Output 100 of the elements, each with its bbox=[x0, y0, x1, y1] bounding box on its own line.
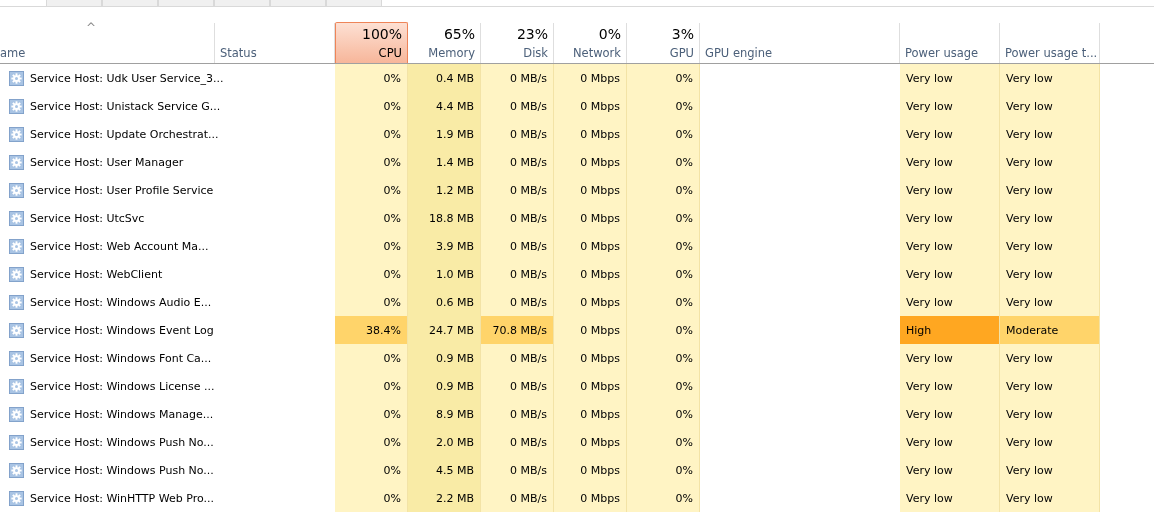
table-cell: 0% bbox=[335, 148, 408, 176]
gear-icon bbox=[9, 294, 24, 310]
table-cell: 0 MB/s bbox=[481, 344, 554, 372]
table-cell: 0 MB/s bbox=[481, 64, 554, 92]
table-cell: 0.6 MB bbox=[408, 288, 481, 316]
table-cell: 0 MB/s bbox=[481, 120, 554, 148]
table-cell: 0% bbox=[335, 260, 408, 288]
table-cell: 0 Mbps bbox=[554, 372, 627, 400]
table-cell: 1.9 MB bbox=[408, 120, 481, 148]
table-cell: 0 Mbps bbox=[554, 232, 627, 260]
process-name: Service Host: Windows Audio E... bbox=[30, 295, 212, 309]
table-cell: 0 Mbps bbox=[554, 344, 627, 372]
table-cell: 0% bbox=[627, 288, 700, 316]
gear-icon bbox=[9, 238, 24, 254]
table-cell: Very low bbox=[900, 484, 1000, 512]
gear-icon bbox=[9, 406, 24, 422]
table-cell: 70.8 MB/s bbox=[481, 316, 554, 344]
column-header[interactable]: Power usage bbox=[900, 23, 1000, 63]
table-cell: 0 Mbps bbox=[554, 92, 627, 120]
table-cell: Very low bbox=[900, 400, 1000, 428]
table-cell: 0 MB/s bbox=[481, 372, 554, 400]
table-cell: 0% bbox=[335, 484, 408, 512]
table-cell: 0 MB/s bbox=[481, 400, 554, 428]
table-cell: 2.2 MB bbox=[408, 484, 481, 512]
table-cell: 0% bbox=[335, 232, 408, 260]
gear-icon bbox=[9, 210, 24, 226]
table-cell: 0% bbox=[335, 92, 408, 120]
table-cell: 0% bbox=[627, 316, 700, 344]
table-cell: 0% bbox=[627, 484, 700, 512]
table-cell: 0% bbox=[335, 456, 408, 484]
table-cell: Very low bbox=[900, 92, 1000, 120]
table-cell: Very low bbox=[1000, 288, 1100, 316]
table-cell: 0% bbox=[627, 176, 700, 204]
column-header[interactable]: Power usage t... bbox=[1000, 23, 1100, 63]
table-cell: 4.5 MB bbox=[408, 456, 481, 484]
table-cell: 1.4 MB bbox=[408, 148, 481, 176]
process-name: Service Host: Web Account Ma... bbox=[30, 239, 209, 253]
table-cell: 38.4% bbox=[335, 316, 408, 344]
table-cell: 0 Mbps bbox=[554, 64, 627, 92]
table-cell: 0 Mbps bbox=[554, 400, 627, 428]
table-cell: 0% bbox=[627, 428, 700, 456]
table-cell: 0% bbox=[627, 456, 700, 484]
table-cell: 0 MB/s bbox=[481, 148, 554, 176]
column-header[interactable]: 3% GPU bbox=[627, 23, 700, 63]
table-cell: High bbox=[900, 316, 1000, 344]
column-header[interactable]: 23% Disk bbox=[481, 23, 554, 63]
table-cell: Very low bbox=[900, 148, 1000, 176]
table-cell: Very low bbox=[900, 64, 1000, 92]
table-cell: Very low bbox=[900, 232, 1000, 260]
table-cell: 0.9 MB bbox=[408, 372, 481, 400]
table-cell: Very low bbox=[1000, 64, 1100, 92]
table-cell: 0 Mbps bbox=[554, 428, 627, 456]
header-label: GPU engine bbox=[705, 46, 774, 60]
table-cell: Very low bbox=[900, 372, 1000, 400]
gear-icon bbox=[9, 126, 24, 142]
table-cell: Very low bbox=[900, 260, 1000, 288]
column-header[interactable]: ^ ame bbox=[0, 23, 215, 63]
table-cell: 0% bbox=[627, 120, 700, 148]
header-label: Status bbox=[220, 46, 258, 60]
gear-icon bbox=[9, 490, 24, 506]
table-cell: 0% bbox=[627, 92, 700, 120]
gear-icon bbox=[9, 70, 24, 86]
table-cell: 0% bbox=[627, 400, 700, 428]
table-cell: Very low bbox=[1000, 92, 1100, 120]
table-cell: 1.0 MB bbox=[408, 260, 481, 288]
table-cell: 0% bbox=[627, 372, 700, 400]
header-label: Disk bbox=[523, 46, 548, 60]
header-label: Network bbox=[572, 46, 621, 60]
table-cell: 0 Mbps bbox=[554, 260, 627, 288]
table-cell: 0 MB/s bbox=[481, 232, 554, 260]
header-label: ame bbox=[0, 46, 27, 60]
gear-icon bbox=[9, 182, 24, 198]
gear-icon bbox=[9, 434, 24, 450]
process-name: Service Host: Windows Manage... bbox=[30, 407, 214, 421]
process-name: Service Host: Windows Push No... bbox=[30, 435, 214, 449]
table-cell: 0 Mbps bbox=[554, 204, 627, 232]
table-cell: 0 MB/s bbox=[481, 204, 554, 232]
table-cell: 0% bbox=[627, 344, 700, 372]
gear-icon bbox=[9, 462, 24, 478]
table-cell: 0% bbox=[627, 64, 700, 92]
table-cell: 0 Mbps bbox=[554, 456, 627, 484]
column-header[interactable]: 65% Memory bbox=[408, 23, 481, 63]
table-cell: 0 Mbps bbox=[554, 484, 627, 512]
table-cell: 0.4 MB bbox=[408, 64, 481, 92]
table-cell: 24.7 MB bbox=[408, 316, 481, 344]
table-cell: Very low bbox=[1000, 344, 1100, 372]
table-cell: 0% bbox=[335, 428, 408, 456]
column-header[interactable]: 100% CPU bbox=[335, 22, 408, 63]
table-cell: Very low bbox=[1000, 372, 1100, 400]
table-cell: 0 Mbps bbox=[554, 120, 627, 148]
process-name: Service Host: Windows License ... bbox=[30, 379, 215, 393]
header-label: Power usage bbox=[905, 46, 980, 60]
table-cell: Very low bbox=[1000, 400, 1100, 428]
column-header[interactable]: 0% Network bbox=[554, 23, 627, 63]
gear-icon bbox=[9, 378, 24, 394]
gear-icon bbox=[9, 154, 24, 170]
table-cell: 0% bbox=[335, 120, 408, 148]
column-header[interactable]: GPU engine bbox=[700, 23, 900, 63]
header-percent: 23% bbox=[516, 26, 548, 42]
table-cell: 0% bbox=[627, 204, 700, 232]
